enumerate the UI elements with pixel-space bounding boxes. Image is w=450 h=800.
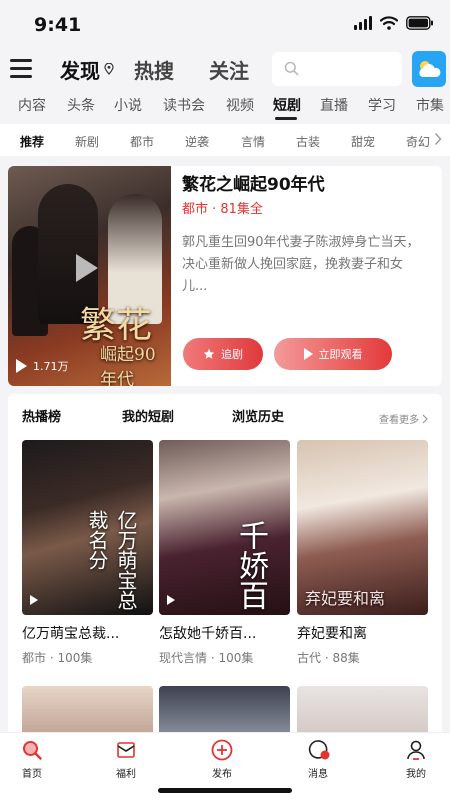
drama-title[interactable]: 弃妃要和离 [297, 623, 428, 643]
weather-button[interactable] [412, 51, 446, 87]
wifi-icon [380, 16, 398, 30]
tab-following[interactable]: 关注 [209, 55, 249, 84]
drama-card[interactable]: 弃妃要和离 弃妃要和离 古代 · 88集 [297, 440, 428, 666]
featured-description: 郭凡重生回90年代妻子陈淑婷身亡当天，决心重新做人挽回家庭，挽救妻子和女儿... [182, 235, 420, 294]
weather-cloud-sun-icon [419, 61, 441, 77]
featured-meta: 都市 · 81集全 [182, 202, 263, 217]
chevron-right-icon[interactable] [434, 132, 442, 146]
drama-title[interactable]: 亿万萌宝总裁... [22, 623, 153, 643]
nav-messages-label: 消息 [308, 769, 328, 780]
channel-tabs: 内容 头条 小说 读书会 视频 短剧 直播 学习 市集 [0, 90, 450, 120]
subcat-comeback[interactable]: 逆袭 [185, 133, 209, 150]
nav-messages[interactable]: 消息 [288, 739, 348, 780]
signal-icon [354, 16, 372, 30]
tab-hot-search[interactable]: 热搜 [134, 55, 174, 84]
play-icon [167, 595, 175, 605]
watch-now-label: 立即观看 [318, 348, 363, 361]
subcat-recommend[interactable]: 推荐 [20, 133, 44, 150]
nav-home-label: 首页 [22, 769, 42, 780]
view-count: 1.71万 [16, 358, 69, 374]
subcat-romance[interactable]: 言情 [241, 133, 265, 150]
follow-drama-label: 追剧 [221, 348, 243, 361]
status-icons [354, 16, 434, 30]
play-icon[interactable] [76, 254, 98, 282]
tab-my-dramas[interactable]: 我的短剧 [122, 406, 174, 425]
publish-plus-icon [211, 739, 233, 761]
tab-discover[interactable]: 发现 [60, 55, 100, 84]
nav-welfare-label: 福利 [116, 769, 136, 780]
home-icon [23, 741, 42, 760]
search-box[interactable] [272, 52, 402, 86]
cover-title-art: 千娇百 [233, 520, 268, 610]
subcat-urban[interactable]: 都市 [130, 133, 154, 150]
featured-drama-card[interactable]: 繁花 崛起90年代 1.71万 繁花之崛起90年代 都市 · 81集全 郭凡重生… [8, 166, 442, 386]
subcat-costume[interactable]: 古装 [296, 133, 320, 150]
subcat-fantasy[interactable]: 奇幻 [406, 133, 430, 150]
subcategory-bar: 推荐 新剧 都市 逆袭 言情 古装 甜宠 奇幻 [0, 124, 450, 156]
status-bar: 9:41 [0, 0, 450, 50]
channel-live[interactable]: 直播 [320, 95, 348, 115]
nav-publish-label: 发布 [212, 769, 232, 780]
channel-headlines[interactable]: 头条 [67, 95, 95, 115]
profile-icon [407, 740, 425, 760]
message-icon [308, 740, 330, 760]
top-header: 发现 热搜 关注 [0, 50, 450, 88]
drama-meta: 都市 · 100集 [22, 651, 93, 665]
drama-meta: 古代 · 88集 [297, 651, 360, 665]
play-count-icon [16, 359, 27, 373]
subcat-new[interactable]: 新剧 [75, 133, 99, 150]
play-icon [303, 348, 313, 360]
view-more-label: 查看更多 [379, 415, 419, 426]
active-channel-indicator [275, 117, 297, 120]
app-screen: 9:41 发现 热搜 关注 内容 头条 小说 读书会 视频 短剧 直播 学习 市… [0, 0, 450, 800]
nav-profile[interactable]: 我的 [386, 739, 446, 780]
drama-title[interactable]: 怎敌她千娇百... [159, 623, 290, 643]
view-more-link[interactable]: 查看更多 [379, 411, 428, 426]
watch-now-button[interactable]: 立即观看 [274, 338, 392, 370]
tab-hot-ranking[interactable]: 热播榜 [22, 406, 61, 425]
channel-short-drama[interactable]: 短剧 [273, 95, 301, 115]
featured-poster[interactable]: 繁花 崛起90年代 1.71万 [8, 166, 171, 386]
star-icon [203, 348, 215, 359]
drama-meta: 现代言情 · 100集 [159, 651, 254, 665]
drama-cover[interactable]: 弃妃要和离 [297, 440, 428, 615]
status-time: 9:41 [34, 14, 82, 36]
location-icon[interactable] [104, 63, 114, 75]
nav-welfare[interactable]: 福利 [96, 739, 156, 780]
channel-content[interactable]: 内容 [18, 95, 46, 115]
battery-icon [406, 16, 433, 30]
hot-list-section: 热播榜 我的短剧 浏览历史 查看更多 亿万萌宝总裁名分 亿万萌宝总裁... 都市… [8, 394, 442, 720]
channel-video[interactable]: 视频 [226, 95, 254, 115]
drama-cover[interactable]: 亿万萌宝总裁名分 [22, 440, 153, 615]
menu-icon[interactable] [10, 58, 32, 78]
play-icon [30, 595, 38, 605]
cover-title-art: 弃妃要和离 [305, 589, 386, 608]
tab-history[interactable]: 浏览历史 [232, 406, 284, 425]
channel-learning[interactable]: 学习 [368, 95, 396, 115]
channel-book-club[interactable]: 读书会 [163, 95, 205, 115]
nav-home[interactable]: 首页 [2, 739, 62, 780]
chevron-right-icon [422, 414, 428, 423]
search-icon [284, 61, 299, 76]
subcat-sweet[interactable]: 甜宠 [351, 133, 375, 150]
follow-drama-button[interactable]: 追剧 [183, 338, 263, 370]
search-input[interactable] [308, 58, 396, 80]
channel-market[interactable]: 市集 [416, 95, 444, 115]
nav-publish[interactable]: 发布 [192, 739, 252, 780]
view-count-value: 1.71万 [33, 360, 69, 373]
home-indicator [158, 788, 292, 793]
nav-profile-label: 我的 [406, 769, 426, 780]
drama-card[interactable]: 千娇百 怎敌她千娇百... 现代言情 · 100集 [159, 440, 290, 666]
cover-title-art: 亿万萌宝总裁名分 [85, 510, 138, 610]
drama-card[interactable]: 亿万萌宝总裁名分 亿万萌宝总裁... 都市 · 100集 [22, 440, 153, 666]
gift-icon [117, 742, 135, 758]
featured-title[interactable]: 繁花之崛起90年代 [182, 170, 325, 195]
drama-cover[interactable]: 千娇百 [159, 440, 290, 615]
poster-subtitle-art: 崛起90年代 [100, 345, 156, 386]
channel-novel[interactable]: 小说 [114, 95, 142, 115]
